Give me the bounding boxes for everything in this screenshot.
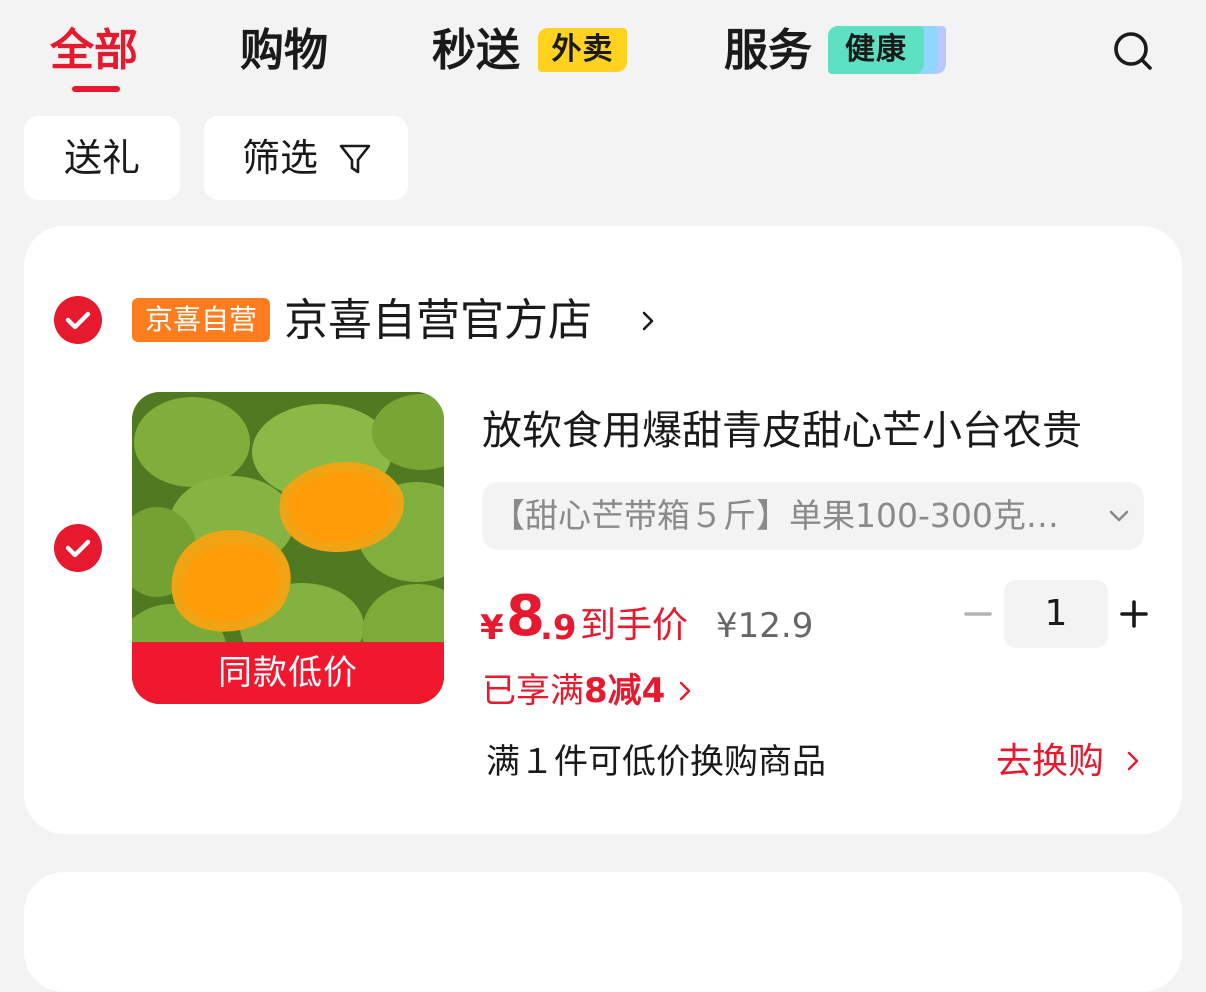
health-badge-label: 健康 — [828, 26, 924, 74]
active-tab-indicator — [72, 86, 120, 92]
filter-button[interactable]: 筛选 — [204, 116, 408, 200]
spec-dropdown-value: 【甜心芒带箱５斤】单果100-300克… — [492, 496, 1059, 535]
checkmark-circle-icon[interactable] — [54, 524, 102, 572]
chevron-right-icon[interactable] — [678, 680, 692, 702]
exchange-offer-text: 满１件可低价换购商品 — [486, 742, 826, 782]
price-label: 到手价 — [580, 605, 689, 646]
chevron-right-icon[interactable] — [1126, 750, 1140, 772]
spec-dropdown[interactable]: 【甜心芒带箱５斤】单果100-300克… — [482, 482, 1144, 550]
chevron-down-icon — [1109, 510, 1129, 522]
quantity-stepper[interactable]: 1 — [1004, 580, 1108, 648]
filter-icon — [339, 144, 371, 174]
price-currency: ¥ — [480, 608, 504, 648]
chevron-right-icon[interactable] — [636, 306, 660, 336]
product-image[interactable]: 同款低价 — [132, 392, 444, 704]
price-decimal: .9 — [540, 608, 577, 648]
minus-icon[interactable] — [962, 598, 994, 630]
tab-all[interactable]: 全部 — [50, 24, 138, 78]
health-badge[interactable]: 健康 — [828, 26, 948, 74]
next-store-cart-card — [24, 872, 1182, 992]
filter-button-label: 筛选 — [242, 136, 319, 180]
gift-filter-chip[interactable]: 送礼 — [24, 116, 180, 200]
checkmark-circle-icon[interactable] — [54, 296, 102, 344]
plus-icon[interactable] — [1118, 598, 1150, 630]
tab-service[interactable]: 服务 — [724, 24, 812, 78]
product-title[interactable]: 放软食用爆甜青皮甜心芒小台农贵 — [482, 402, 1082, 460]
store-type-tag: 京喜自营 — [132, 298, 270, 342]
takeout-badge[interactable]: 外卖 — [538, 28, 627, 72]
tab-shopping[interactable]: 购物 — [240, 24, 328, 78]
store-name-link[interactable]: 京喜自营官方店 — [284, 292, 592, 350]
promotion-amount: 8减4 — [584, 671, 666, 711]
original-price: ¥12.9 — [716, 606, 814, 646]
exchange-button[interactable]: 去换购 — [996, 738, 1104, 786]
search-icon[interactable] — [1112, 30, 1156, 74]
promotion-prefix: 已享满 — [482, 671, 584, 711]
promotion-link[interactable]: 已享满8减4 — [482, 668, 665, 714]
same-item-low-price-banner: 同款低价 — [132, 642, 444, 704]
tab-quick-delivery[interactable]: 秒送 — [432, 24, 520, 78]
category-tab-bar: 全部 购物 秒送 外卖 服务 健康 — [0, 0, 1206, 100]
